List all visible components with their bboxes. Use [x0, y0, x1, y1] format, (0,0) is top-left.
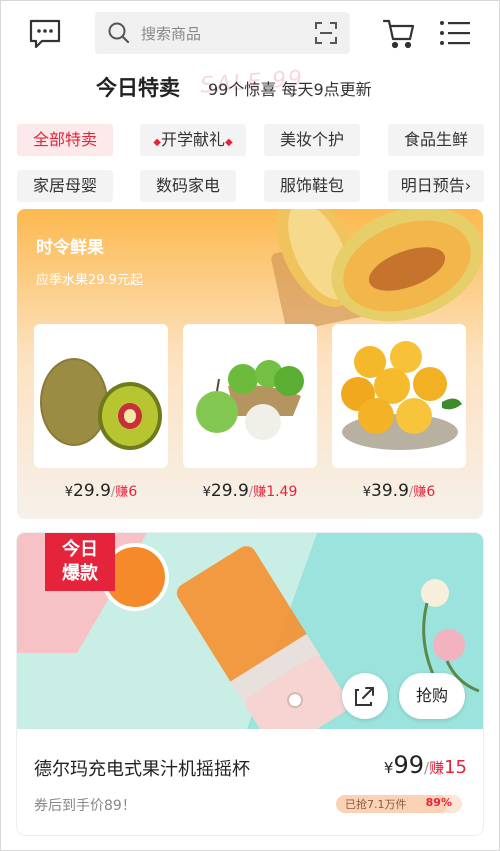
earn-value: 6 [426, 484, 436, 500]
lantern-icon: ◆ [225, 137, 233, 148]
cart-icon[interactable] [382, 16, 416, 50]
tab-label: 全部特卖 [32, 130, 97, 149]
message-icon[interactable] [28, 18, 62, 50]
earn-value: 1.49 [266, 484, 298, 500]
tab-beauty[interactable]: 美妆个护 [264, 124, 360, 156]
currency-symbol: ¥ [64, 485, 74, 500]
price-value: 99 [393, 751, 425, 779]
share-button[interactable] [342, 673, 388, 719]
share-icon [355, 687, 374, 706]
price-value: 39.9 [371, 481, 409, 501]
tab-label: 数码家电 [155, 176, 220, 195]
page-subtitle: 99个惊喜 每天9点更新 [208, 80, 372, 99]
search-placeholder: 搜索商品 [141, 25, 202, 43]
tab-tomorrow-preview[interactable]: 明日预告› [388, 170, 484, 202]
section-title: SALE 99 今日特卖 99个惊喜 每天9点更新 [0, 66, 500, 104]
seasonal-fruit-card[interactable]: 时令鲜果 应季水果29.9元起 ¥29.9/赚6 ¥29.9/赚1.49 ¥39… [17, 209, 483, 519]
product-price: ¥99/赚15 [384, 751, 467, 779]
price-pear: ¥29.9/赚1.49 [183, 481, 317, 501]
currency-symbol: ¥ [202, 485, 211, 500]
earn-label: 赚 [413, 485, 427, 500]
earn-label: 赚 [115, 485, 129, 500]
badge-line-2: 爆款 [62, 563, 98, 584]
badge-line-1: 今日 [62, 539, 98, 560]
top-bar: 搜索商品 [0, 8, 500, 60]
pear-image [196, 360, 304, 440]
earn-value: 15 [444, 757, 467, 778]
product-card-peach[interactable] [332, 324, 466, 468]
sold-percent: 89% [425, 796, 452, 809]
sold-count: 已抢7.1万件 [345, 798, 407, 811]
tab-home-baby[interactable]: 家居母婴 [17, 170, 113, 202]
earn-value: 6 [128, 484, 138, 500]
tab-label: 美妆个护 [279, 130, 344, 149]
coupon-price-text: 券后到手价89！ [34, 798, 136, 814]
tab-label: 明日预告› [400, 176, 472, 195]
tab-back-to-school[interactable]: ◆开学献礼◆ [140, 124, 246, 156]
tab-apparel[interactable]: 服饰鞋包 [264, 170, 360, 202]
tab-label: 开学献礼 [160, 130, 225, 149]
kiwi-image [40, 358, 162, 450]
melon-image [271, 209, 483, 329]
tab-digital[interactable]: 数码家电 [140, 170, 236, 202]
product-card-kiwi[interactable] [34, 324, 168, 468]
menu-icon[interactable] [438, 18, 472, 48]
tab-label: 服饰鞋包 [279, 176, 344, 195]
search-icon [107, 21, 131, 45]
earn-label: 赚 [429, 759, 445, 777]
buy-button[interactable]: 抢购 [399, 673, 465, 719]
price-value: 29.9 [73, 481, 111, 501]
tab-label: 食品生鲜 [403, 130, 468, 149]
hot-deal-badge: 今日 爆款 [45, 533, 115, 591]
peach-image [341, 341, 462, 450]
tab-food[interactable]: 食品生鲜 [388, 124, 484, 156]
tab-label: 家居母婴 [32, 176, 97, 195]
tab-all-sale[interactable]: 全部特卖 [17, 124, 113, 156]
product-card-pear[interactable] [183, 324, 317, 468]
sold-progress-bar: 已抢7.1万件 89% [336, 795, 462, 813]
currency-symbol: ¥ [362, 485, 372, 500]
search-input[interactable]: 搜索商品 [95, 12, 350, 54]
lantern-icon: ◆ [153, 137, 161, 148]
fresh-title: 时令鲜果 [36, 238, 104, 258]
page-title: 今日特卖 [96, 76, 180, 100]
daily-deal-card[interactable]: 今日 爆款 抢购 德尔玛充电式果汁机摇摇杯 ¥99/赚15 券后到手价89！ 已… [17, 533, 483, 835]
fresh-subtitle: 应季水果29.9元起 [36, 273, 143, 288]
earn-label: 赚 [253, 485, 267, 500]
price-peach: ¥39.9/赚6 [332, 481, 466, 501]
price-kiwi: ¥29.9/赚6 [34, 481, 168, 501]
price-value: 29.9 [210, 481, 249, 501]
scan-icon[interactable] [314, 21, 338, 45]
product-name: 德尔玛充电式果汁机摇摇杯 [34, 759, 250, 780]
